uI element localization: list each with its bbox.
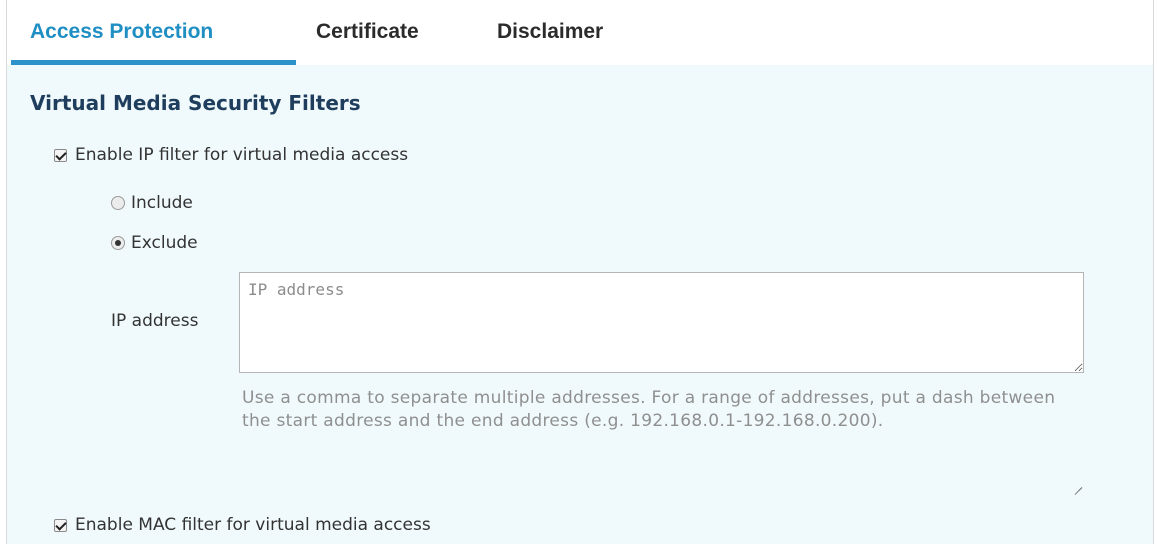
- mac-filter-checkbox-label: Enable MAC filter for virtual media acce…: [75, 515, 431, 535]
- mac-filter-checkbox-row[interactable]: Enable MAC filter for virtual media acce…: [54, 515, 431, 535]
- ip-filter-checkbox-row[interactable]: Enable IP filter for virtual media acces…: [54, 145, 408, 165]
- radio-exclude-label: Exclude: [131, 233, 198, 253]
- radio-unselected-icon[interactable]: [111, 196, 125, 210]
- checkbox-checked-icon[interactable]: [54, 148, 67, 162]
- radio-include-row[interactable]: Include: [111, 193, 193, 213]
- radio-exclude-row[interactable]: Exclude: [111, 233, 198, 253]
- tab-certificate[interactable]: Certificate: [316, 20, 419, 44]
- radio-include-label: Include: [131, 193, 193, 213]
- section-title: Virtual Media Security Filters: [30, 91, 361, 115]
- tab-disclaimer[interactable]: Disclaimer: [497, 20, 603, 44]
- ip-address-label: IP address: [111, 311, 199, 331]
- ip-address-help-text: Use a comma to separate multiple address…: [242, 388, 1056, 431]
- tab-content: Virtual Media Security Filters Enable IP…: [7, 65, 1153, 544]
- checkbox-checked-icon[interactable]: [54, 518, 67, 532]
- tab-bar: Access Protection Certificate Disclaimer: [7, 0, 1153, 65]
- settings-panel: Access Protection Certificate Disclaimer…: [6, 0, 1154, 544]
- resize-grip-icon[interactable]: [1073, 479, 1082, 488]
- ip-address-input[interactable]: [239, 272, 1084, 373]
- tab-access-protection[interactable]: Access Protection: [30, 20, 213, 44]
- ip-filter-checkbox-label: Enable IP filter for virtual media acces…: [75, 145, 409, 165]
- radio-selected-icon[interactable]: [111, 236, 125, 250]
